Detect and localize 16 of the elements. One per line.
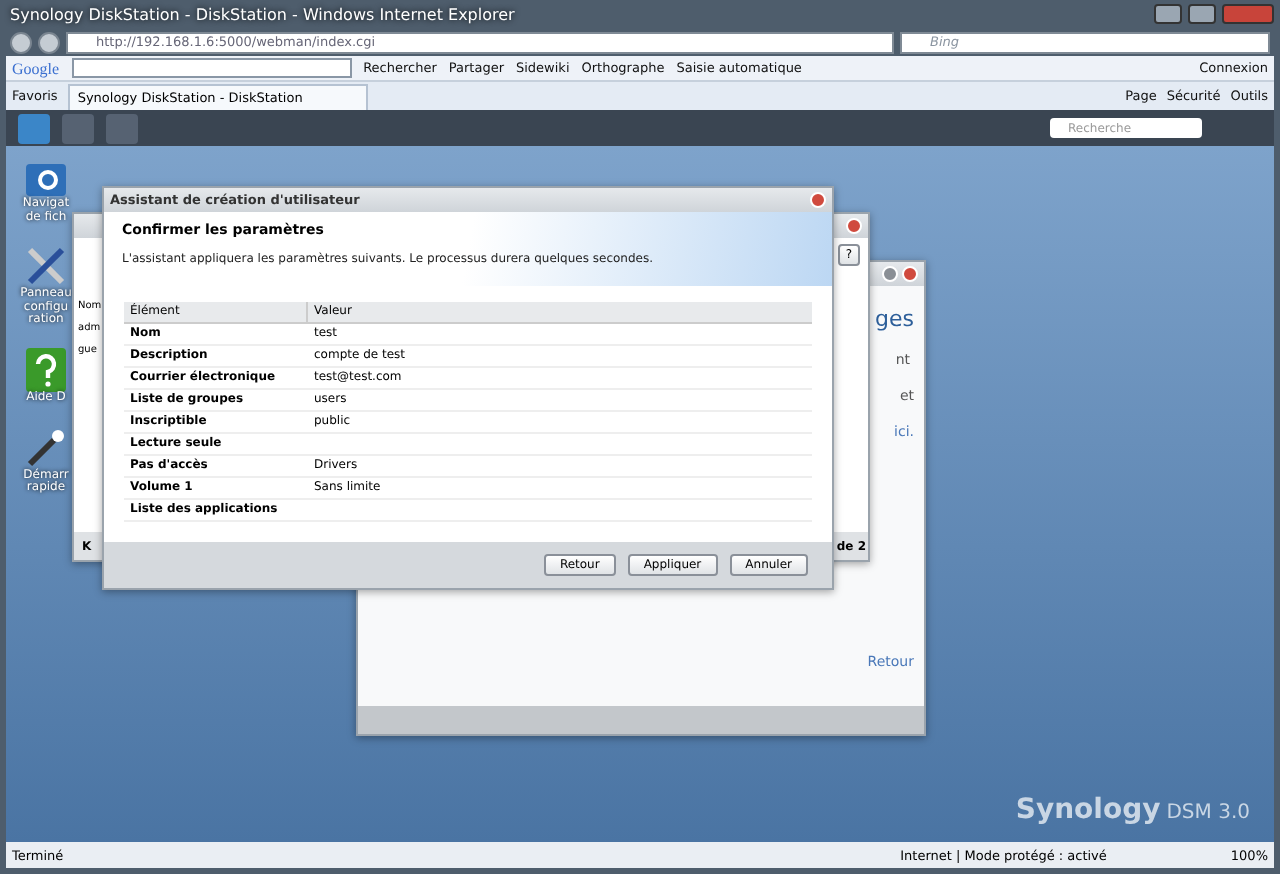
minimize-button[interactable] xyxy=(1154,4,1182,24)
forward-button[interactable] xyxy=(38,31,60,53)
tools-icon[interactable] xyxy=(24,244,68,289)
window-title: Synology DiskStation - DiskStation - Windows Internet Explorer xyxy=(10,5,517,23)
google-search-field[interactable] xyxy=(71,58,352,78)
start-menu-button[interactable] xyxy=(18,113,50,143)
magic-wand-icon[interactable] xyxy=(23,425,68,470)
maximize-button[interactable] xyxy=(1188,4,1216,24)
welcome-heading: ges xyxy=(875,306,914,332)
back-button[interactable] xyxy=(10,31,32,53)
version-label: DSM 3.0 xyxy=(1166,802,1250,824)
brand-logo: Synology xyxy=(1015,794,1161,826)
help-icon[interactable] xyxy=(26,347,66,392)
close-button[interactable] xyxy=(1222,4,1274,24)
toolbar-logo: Google xyxy=(12,59,60,77)
folder-search-icon[interactable] xyxy=(23,158,68,198)
